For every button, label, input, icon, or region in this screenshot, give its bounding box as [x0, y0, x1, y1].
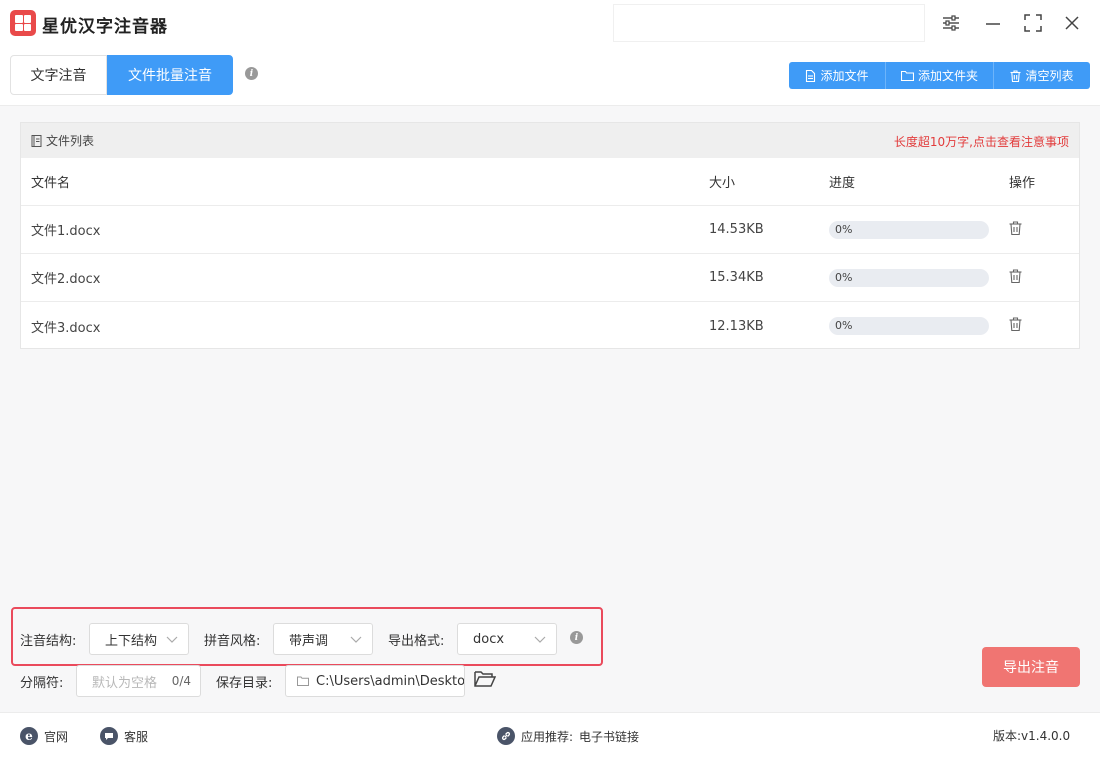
app-title: 星优汉字注音器 — [42, 17, 168, 37]
chevron-down-icon — [534, 636, 546, 643]
open-folder-icon[interactable] — [474, 670, 497, 692]
separator-placeholder: 默认为空格 — [92, 675, 158, 691]
maximize-icon[interactable] — [1022, 12, 1044, 34]
style-label: 拼音风格: — [204, 634, 261, 649]
separator-input[interactable]: 默认为空格 0/4 — [76, 665, 201, 697]
chevron-down-icon — [166, 636, 178, 643]
file-size: 14.53KB — [709, 222, 764, 237]
progress-text: 0% — [835, 270, 853, 284]
website-link[interactable]: e 官网 — [20, 727, 68, 745]
minimize-icon[interactable] — [982, 12, 1004, 34]
delete-row-button[interactable] — [1009, 220, 1022, 239]
file-list-header: 文件列表 长度超10万字,点击查看注意事项 — [21, 123, 1079, 158]
column-filename: 文件名 — [31, 176, 71, 191]
format-info-icon[interactable]: i — [570, 631, 583, 644]
column-size: 大小 — [709, 176, 736, 191]
info-icon[interactable]: i — [245, 67, 258, 80]
link-icon — [497, 727, 515, 745]
add-folder-button[interactable]: 添加文件夹 — [886, 62, 994, 89]
folder-icon — [900, 70, 914, 81]
trash-icon — [1009, 220, 1022, 235]
list-icon — [31, 134, 42, 147]
service-link[interactable]: 客服 — [100, 727, 148, 745]
separator-label: 分隔符: — [20, 676, 64, 691]
table-row: 文件3.docx 12.13KB 0% — [21, 302, 1079, 350]
delete-row-button[interactable] — [1009, 268, 1022, 287]
table-header: 文件名 大小 进度 操作 — [21, 158, 1079, 206]
progress-bar: 0% — [829, 220, 989, 239]
close-icon[interactable] — [1061, 12, 1083, 34]
structure-value: 上下结构 — [105, 633, 158, 649]
service-label: 客服 — [124, 729, 149, 744]
delete-row-button[interactable] — [1009, 317, 1022, 335]
progress-text: 0% — [835, 222, 853, 236]
mode-tabs: 文字注音 文件批量注音 — [10, 55, 233, 95]
chat-bubble-icon — [100, 727, 118, 745]
app-recommend: 应用推荐: 电子书链接 — [497, 727, 639, 745]
style-value: 带声调 — [289, 633, 329, 649]
structure-label: 注音结构: — [20, 634, 77, 649]
file-name: 文件1.docx — [31, 224, 101, 239]
add-file-button[interactable]: 添加文件 — [789, 62, 886, 89]
trash-icon — [1009, 317, 1022, 332]
column-action: 操作 — [1009, 176, 1036, 191]
ie-globe-icon: e — [20, 727, 38, 745]
version-info: 版本:v1.4.0.0 — [993, 727, 1070, 744]
clear-list-label: 清空列表 — [1025, 69, 1074, 83]
format-label: 导出格式: — [388, 634, 445, 649]
ebook-link[interactable]: 电子书链接 — [579, 728, 639, 745]
clear-list-button[interactable]: 清空列表 — [994, 62, 1090, 89]
title-bar-blank-field — [613, 4, 925, 42]
website-label: 官网 — [44, 729, 69, 744]
table-row: 文件1.docx 14.53KB 0% — [21, 206, 1079, 254]
column-progress: 进度 — [829, 176, 856, 191]
style-select[interactable]: 带声调 — [273, 623, 373, 655]
progress-bar: 0% — [829, 317, 989, 335]
file-name: 文件3.docx — [31, 320, 101, 336]
add-folder-label: 添加文件夹 — [917, 69, 978, 83]
progress-text: 0% — [835, 319, 853, 332]
export-annotation-button[interactable]: 导出注音 — [982, 647, 1080, 687]
title-bar: 星优汉字注音器 — [0, 0, 1100, 48]
structure-select[interactable]: 上下结构 — [89, 623, 189, 655]
add-file-label: 添加文件 — [820, 69, 869, 83]
save-dir-path: C:\Users\admin\Deskto — [316, 673, 465, 689]
save-dir-label: 保存目录: — [216, 676, 273, 691]
tab-text-annotation[interactable]: 文字注音 — [10, 55, 107, 95]
file-name: 文件2.docx — [31, 272, 101, 287]
format-value: docx — [473, 631, 505, 647]
file-size: 12.13KB — [709, 318, 764, 334]
trash-icon — [1010, 69, 1021, 82]
version-label: 版本:v1.4.0.0 — [993, 729, 1071, 743]
format-select[interactable]: docx — [457, 623, 557, 655]
trash-icon — [1009, 268, 1022, 283]
file-list-title: 文件列表 — [46, 134, 95, 148]
separator-counter: 0/4 — [171, 674, 191, 688]
save-dir-input[interactable]: C:\Users\admin\Deskto — [285, 665, 465, 697]
app-logo-icon — [10, 10, 36, 36]
file-list-panel: 文件列表 长度超10万字,点击查看注意事项 文件名 大小 进度 操作 文件1.d… — [20, 122, 1080, 349]
footer: e 官网 客服 应用推荐: 电子书链接 版本:v1.4.0.0 — [0, 713, 1100, 760]
chevron-down-icon — [350, 636, 362, 643]
file-toolbar: 添加文件 添加文件夹 清空列表 — [789, 62, 1090, 89]
length-notice-link[interactable]: 长度超10万字,点击查看注意事项 — [894, 133, 1069, 150]
settings-sliders-icon[interactable] — [940, 12, 962, 34]
recommend-label: 应用推荐: — [521, 729, 574, 744]
progress-bar: 0% — [829, 268, 989, 287]
table-row: 文件2.docx 15.34KB 0% — [21, 254, 1079, 302]
folder-icon — [297, 676, 309, 686]
file-size: 15.34KB — [709, 270, 764, 285]
tab-batch-file-annotation[interactable]: 文件批量注音 — [107, 55, 233, 95]
file-icon — [806, 69, 816, 82]
